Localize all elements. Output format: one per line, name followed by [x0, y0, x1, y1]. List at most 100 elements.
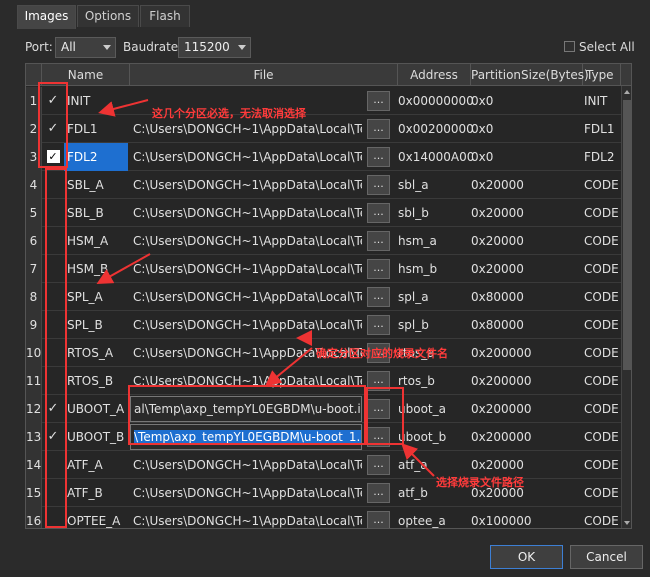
browse-button[interactable]: ... [367, 511, 390, 528]
browse-button[interactable]: ... [367, 231, 390, 251]
browse-button[interactable]: ... [367, 371, 390, 391]
file-path-text: C:\Users\DONGCH~1\AppData\Local\Temp [133, 318, 362, 332]
browse-button[interactable]: ... [367, 91, 390, 111]
row-checkbox[interactable]: ✓ [42, 395, 64, 423]
table-row[interactable]: 4 SBL_A C:\Users\DONGCH~1\AppData\Local\Te… [26, 171, 621, 199]
row-checkbox[interactable] [42, 451, 64, 479]
address-cell: 0x00200000 [398, 122, 473, 136]
type-cell: CODE [584, 318, 619, 332]
table-row[interactable]: 9 SPL_B C:\Users\DONGCH~1\AppData\Local\Te… [26, 311, 621, 339]
partition-size-cell: 0x20000 [471, 206, 524, 220]
table-row[interactable]: 12 ✓ UBOOT_A al\Temp\axp_tempYL0EGBDM\u-boo… [26, 395, 621, 423]
browse-button[interactable]: ... [367, 119, 390, 139]
browse-button[interactable]: ... [367, 455, 390, 475]
file-path[interactable]: C:\Users\DONGCH~1\AppData\Local\Temp [130, 227, 362, 255]
baudrate-select[interactable]: 115200 [178, 37, 251, 58]
partition-name: SBL_B [67, 206, 104, 220]
table-row[interactable]: 2 ✓ FDL1 C:\Users\DONGCH~1\AppData\Local\Te… [26, 115, 621, 143]
header-address[interactable]: Address [398, 64, 471, 86]
file-path[interactable]: C:\Users\DONGCH~1\AppData\Local\Temp [130, 283, 362, 311]
browse-button[interactable]: ... [367, 287, 390, 307]
partition-name: ATF_A [67, 458, 103, 472]
ok-button[interactable]: OK [490, 545, 563, 569]
table-row[interactable]: 11 RTOS_B C:\Users\DONGCH~1\AppData\Local\… [26, 367, 621, 395]
tab-options[interactable]: Options [77, 5, 139, 27]
header-file[interactable]: File [130, 64, 398, 86]
tab-images[interactable]: Images [17, 5, 76, 29]
file-path[interactable]: C:\Users\DONGCH~1\AppData\Local\Temp [130, 451, 362, 479]
port-select[interactable]: All [55, 37, 116, 58]
scrollbar-thumb[interactable] [623, 100, 631, 370]
table-row[interactable]: 7 HSM_B C:\Users\DONGCH~1\AppData\Local\Te… [26, 255, 621, 283]
file-path[interactable]: C:\Users\DONGCH~1\AppData\Local\Temp [130, 507, 362, 528]
images-table: Name File Address PartitionSize(Bytes) T… [25, 63, 632, 529]
row-checkbox[interactable] [42, 255, 64, 283]
row-checkbox[interactable] [42, 199, 64, 227]
row-number: 10 [26, 339, 42, 367]
address-cell: hsm_a [398, 234, 437, 248]
partition-size-cell: 0x0 [471, 94, 494, 108]
file-path[interactable]: C:\Users\DONGCH~1\AppData\Local\Temp [130, 367, 362, 395]
browse-button[interactable]: ... [367, 427, 390, 447]
type-cell: CODE [584, 178, 619, 192]
chevron-down-icon [238, 45, 246, 50]
partition-name: RTOS_B [67, 374, 114, 388]
row-checkbox[interactable] [42, 311, 64, 339]
browse-button[interactable]: ... [367, 203, 390, 223]
file-path[interactable]: al\Temp\axp_tempYL0EGBDM\u-boot.img [130, 396, 362, 422]
row-checkbox[interactable]: ✓ [42, 423, 64, 451]
browse-button[interactable]: ... [367, 399, 390, 419]
row-checkbox[interactable] [42, 367, 64, 395]
browse-button[interactable]: ... [367, 259, 390, 279]
file-path[interactable]: C:\Users\DONGCH~1\AppData\Local\Temp [130, 311, 362, 339]
file-path[interactable]: C:\Users\DONGCH~1\AppData\Local\Temp [130, 171, 362, 199]
table-row[interactable]: 16 OPTEE_A C:\Users\DONGCH~1\AppData\Local… [26, 507, 621, 528]
row-number: 1 [26, 87, 42, 115]
file-path[interactable]: C:\Users\DONGCH~1\AppData\Local\Temp [130, 255, 362, 283]
table-row[interactable]: 6 HSM_A C:\Users\DONGCH~1\AppData\Local\Te… [26, 227, 621, 255]
row-checkbox[interactable]: ✓ [42, 143, 64, 171]
browse-button[interactable]: ... [367, 147, 390, 167]
table-row[interactable]: 5 SBL_B C:\Users\DONGCH~1\AppData\Local\Te… [26, 199, 621, 227]
annotation-required: 这几个分区必选，无法取消选择 [152, 107, 306, 120]
baudrate-value: 115200 [184, 40, 230, 54]
row-checkbox[interactable] [42, 227, 64, 255]
scroll-up-icon[interactable] [624, 90, 630, 94]
browse-button[interactable]: ... [367, 483, 390, 503]
browse-button[interactable]: ... [367, 175, 390, 195]
header-name[interactable]: Name [42, 64, 130, 86]
table-row[interactable]: 8 SPL_A C:\Users\DONGCH~1\AppData\Local\Te… [26, 283, 621, 311]
address-cell: spl_b [398, 318, 429, 332]
file-path-text: C:\Users\DONGCH~1\AppData\Local\Temp [133, 486, 362, 500]
partition-size-cell: 0x20000 [471, 178, 524, 192]
header-type[interactable]: Type [583, 64, 621, 86]
type-cell: CODE [584, 458, 619, 472]
vertical-scrollbar[interactable] [621, 86, 631, 528]
checkmark-icon: ✓ [47, 429, 59, 444]
row-checkbox[interactable]: ✓ [42, 87, 64, 115]
select-all-checkbox[interactable] [564, 41, 575, 52]
file-path[interactable]: C:\Users\DONGCH~1\AppData\Local\Temp [130, 199, 362, 227]
row-checkbox[interactable] [42, 479, 64, 507]
table-row[interactable]: 14 ATF_A C:\Users\DONGCH~1\AppData\Local\T… [26, 451, 621, 479]
partition-name: FDL1 [67, 122, 98, 136]
type-cell: CODE [584, 346, 619, 360]
row-number: 13 [26, 423, 42, 451]
header-partition-size[interactable]: PartitionSize(Bytes) [471, 64, 589, 86]
scroll-down-icon[interactable] [624, 521, 630, 525]
file-path[interactable]: \Temp\axp_tempYL0EGBDM\u-boot_1.img [130, 424, 362, 450]
row-checkbox[interactable] [42, 339, 64, 367]
file-path[interactable]: C:\Users\DONGCH~1\AppData\Local\Temp [130, 143, 362, 171]
table-row[interactable]: 13 ✓ UBOOT_B \Temp\axp_tempYL0EGBDM\u-boot_… [26, 423, 621, 451]
row-checkbox[interactable] [42, 171, 64, 199]
row-checkbox[interactable] [42, 507, 64, 528]
table-row[interactable]: 15 ATF_B C:\Users\DONGCH~1\AppData\Local\T… [26, 479, 621, 507]
row-checkbox[interactable]: ✓ [42, 115, 64, 143]
table-row[interactable]: 3 ✓ FDL2 C:\Users\DONGCH~1\AppData\Local\Te… [26, 143, 621, 171]
browse-button[interactable]: ... [367, 315, 390, 335]
row-checkbox[interactable] [42, 283, 64, 311]
table-row[interactable]: 1 ✓ INIT... 0x00000000 0x0 INIT [26, 87, 621, 115]
file-path[interactable]: C:\Users\DONGCH~1\AppData\Local\Temp [130, 479, 362, 507]
tab-flash[interactable]: Flash [140, 5, 190, 27]
cancel-button[interactable]: Cancel [570, 545, 643, 569]
